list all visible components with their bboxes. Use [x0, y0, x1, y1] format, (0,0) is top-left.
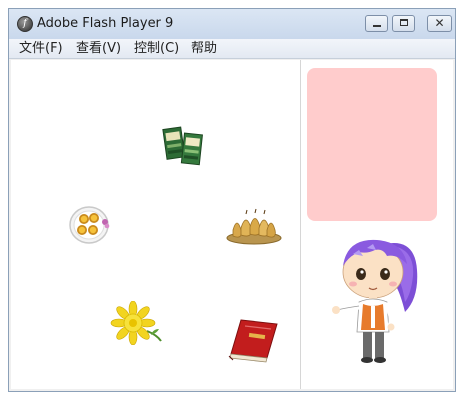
red-book-icon[interactable] [225, 316, 279, 364]
menu-control[interactable]: 控制(C) [134, 41, 179, 57]
window-title: Adobe Flash Player 9 [37, 16, 174, 31]
pear-basket-icon[interactable] [225, 208, 283, 246]
minimize-button[interactable] [365, 15, 388, 32]
menu-file[interactable]: 文件(F) [19, 41, 63, 57]
tea-package-icon[interactable] [161, 124, 205, 166]
stage-divider [300, 60, 301, 389]
maximize-button[interactable] [392, 15, 415, 32]
flash-stage [11, 60, 453, 389]
minimize-icon [373, 25, 381, 27]
flash-player-window: f Adobe Flash Player 9 ✕ 文件(F) 查看(V) 控制(… [8, 8, 456, 392]
menu-bar: 文件(F) 查看(V) 控制(C) 帮助 [9, 39, 455, 59]
menu-help[interactable]: 帮助 [191, 41, 217, 57]
menu-view[interactable]: 查看(V) [76, 41, 121, 57]
maximize-icon [400, 19, 408, 26]
flash-player-icon: f [17, 16, 33, 32]
chrysanthemum-flower-icon[interactable] [107, 301, 163, 345]
egg-tart-plate-icon[interactable] [69, 204, 113, 244]
close-icon: ✕ [434, 16, 445, 30]
title-bar[interactable]: f Adobe Flash Player 9 ✕ [9, 9, 455, 39]
close-button[interactable]: ✕ [427, 15, 452, 32]
cartoon-girl-icon [329, 236, 421, 364]
drop-zone[interactable] [307, 68, 437, 221]
